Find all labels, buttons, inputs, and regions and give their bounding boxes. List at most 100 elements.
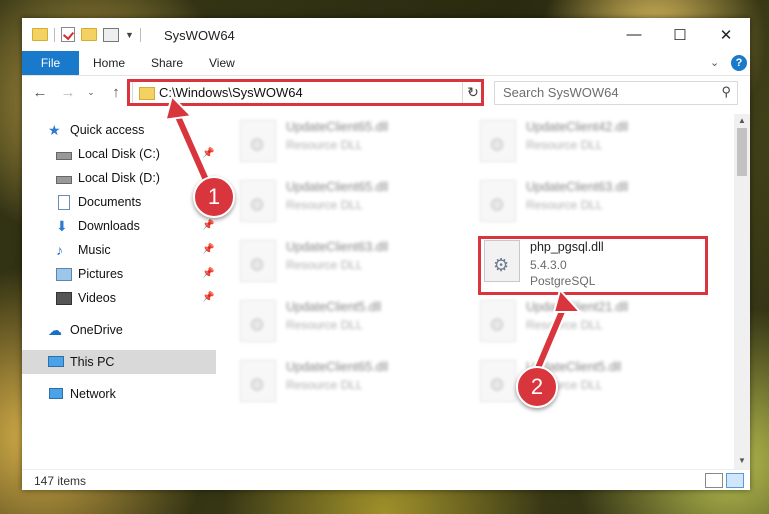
- sidebar-item-label: Documents: [78, 195, 142, 209]
- scroll-down-icon[interactable]: ▼: [738, 456, 746, 465]
- file-name: UpdateClient63.dll: [286, 240, 389, 254]
- dll-file-icon: ⚙: [240, 120, 276, 162]
- file-name: UpdateClient5.dll: [286, 300, 382, 314]
- item-count: 147 items: [34, 474, 87, 488]
- sidebar-item-onedrive[interactable]: ☁ OneDrive: [22, 318, 216, 342]
- network-icon: [48, 387, 64, 401]
- file-item[interactable]: ⚙ UpdateClient63.dll Resource DLL: [240, 236, 470, 290]
- divider: [139, 27, 141, 42]
- expand-ribbon-icon[interactable]: ⌄: [710, 56, 719, 69]
- up-button[interactable]: ↑: [106, 82, 126, 102]
- file-name: UpdateClient65.dll: [286, 120, 389, 134]
- recent-locations-icon[interactable]: ⌄: [84, 82, 98, 102]
- file-description: Resource DLL: [286, 378, 363, 392]
- sidebar-item-label: Videos: [78, 291, 116, 305]
- sidebar-item-quick-access[interactable]: ★ Quick access: [22, 118, 216, 142]
- file-description: Resource DLL: [526, 198, 603, 212]
- sidebar-item-documents[interactable]: Documents: [22, 190, 216, 214]
- sidebar-item-music[interactable]: ♪ Music: [22, 238, 216, 262]
- sidebar-item-label: Network: [70, 387, 116, 401]
- file-item[interactable]: ⚙ UpdateClient42.dll Resource DLL: [480, 116, 710, 170]
- sidebar-item-pictures[interactable]: Pictures: [22, 262, 216, 286]
- sidebar-item-label: Local Disk (C:): [78, 147, 160, 161]
- properties-icon[interactable]: [103, 27, 119, 42]
- file-item[interactable]: ⚙ UpdateClient65.dll Resource DLL: [240, 356, 470, 410]
- drive-icon: [56, 147, 72, 161]
- music-note-icon: ♪: [56, 242, 63, 258]
- search-placeholder: Search SysWOW64: [503, 85, 619, 100]
- divider: [54, 27, 55, 42]
- dll-file-icon: ⚙: [240, 180, 276, 222]
- pin-icon[interactable]: 📌: [202, 220, 214, 231]
- sidebar-item-downloads[interactable]: ⬇ Downloads: [22, 214, 216, 238]
- sidebar-item-videos[interactable]: Videos: [22, 286, 216, 310]
- dll-file-icon: ⚙: [480, 300, 516, 342]
- maximize-button[interactable]: ☐: [657, 18, 703, 51]
- details-view-icon[interactable]: [705, 473, 723, 488]
- minimize-button[interactable]: —: [611, 18, 657, 51]
- download-arrow-icon: ⬇: [56, 218, 68, 234]
- file-description: Resource DLL: [286, 258, 363, 272]
- search-icon[interactable]: ⚲: [721, 84, 731, 100]
- pin-icon[interactable]: 📌: [202, 292, 214, 303]
- customize-dropdown-icon[interactable]: ▼: [125, 30, 134, 40]
- file-highlight: [478, 236, 708, 295]
- pin-icon[interactable]: 📌: [202, 244, 214, 255]
- file-item[interactable]: ⚙ UpdateClient5.dll Resource DLL: [240, 296, 470, 350]
- film-icon: [56, 291, 72, 305]
- quick-access-toolbar: ▼: [32, 27, 141, 42]
- sidebar-item-this-pc[interactable]: This PC: [22, 350, 216, 374]
- dll-file-icon: ⚙: [480, 180, 516, 222]
- pictures-icon: [56, 267, 72, 281]
- file-description: Resource DLL: [286, 198, 363, 212]
- sidebar-item-network[interactable]: Network: [22, 382, 216, 406]
- sidebar-item-local-disk-d[interactable]: Local Disk (D:): [22, 166, 216, 190]
- sidebar-item-label: Pictures: [78, 267, 124, 281]
- drive-icon: [56, 171, 72, 185]
- scroll-up-icon[interactable]: ▲: [738, 116, 746, 125]
- file-name: UpdateClient65.dll: [286, 180, 389, 194]
- file-description: Resource DLL: [526, 138, 603, 152]
- status-bar: 147 items: [22, 469, 750, 491]
- properties-check-icon[interactable]: [61, 27, 75, 42]
- pin-icon[interactable]: 📌: [202, 268, 214, 279]
- sidebar-item-label: OneDrive: [70, 323, 123, 337]
- file-name: UpdateClient63.dll: [526, 180, 629, 194]
- new-folder-icon[interactable]: [81, 28, 97, 41]
- file-item[interactable]: ⚙ UpdateClient65.dll Resource DLL: [240, 176, 470, 230]
- title-bar: ▼ SysWOW64 — ☐ ✕: [22, 18, 750, 51]
- tab-file[interactable]: File: [22, 51, 79, 75]
- star-icon: ★: [48, 122, 61, 138]
- file-description: Resource DLL: [286, 318, 363, 332]
- tab-share[interactable]: Share: [151, 51, 183, 75]
- close-button[interactable]: ✕: [703, 18, 749, 51]
- documents-icon: [56, 195, 72, 210]
- file-description: Resource DLL: [286, 138, 363, 152]
- file-name: UpdateClient65.dll: [286, 360, 389, 374]
- sidebar-item-local-disk-c[interactable]: Local Disk (C:): [22, 142, 216, 166]
- scroll-thumb[interactable]: [737, 128, 747, 176]
- file-item[interactable]: ⚙ UpdateClient5.dll Resource DLL: [480, 356, 710, 410]
- help-icon[interactable]: ?: [731, 55, 747, 71]
- pin-icon[interactable]: 📌: [202, 148, 214, 159]
- cloud-icon: ☁: [48, 322, 62, 338]
- file-item[interactable]: ⚙ UpdateClient63.dll Resource DLL: [480, 176, 710, 230]
- large-icons-view-icon[interactable]: [726, 473, 744, 488]
- file-item[interactable]: ⚙ UpdateClient65.dll Resource DLL: [240, 116, 470, 170]
- folder-icon: [32, 28, 48, 41]
- sidebar-item-label: Music: [78, 243, 111, 257]
- search-input[interactable]: Search SysWOW64 ⚲: [494, 81, 738, 105]
- forward-button[interactable]: →: [58, 82, 78, 102]
- vertical-scrollbar[interactable]: ▲ ▼: [734, 114, 750, 469]
- step-1-badge: 1: [193, 176, 235, 218]
- back-button[interactable]: ←: [30, 82, 50, 102]
- tab-home[interactable]: Home: [93, 51, 125, 75]
- dll-file-icon: ⚙: [240, 240, 276, 282]
- tab-view[interactable]: View: [209, 51, 235, 75]
- dll-file-icon: ⚙: [240, 360, 276, 402]
- window-title: SysWOW64: [164, 28, 235, 43]
- file-description: Resource DLL: [526, 318, 603, 332]
- file-item[interactable]: ⚙ UpdateClient21.dll Resource DLL: [480, 296, 710, 350]
- dll-file-icon: ⚙: [480, 120, 516, 162]
- sidebar-item-label: This PC: [70, 355, 115, 369]
